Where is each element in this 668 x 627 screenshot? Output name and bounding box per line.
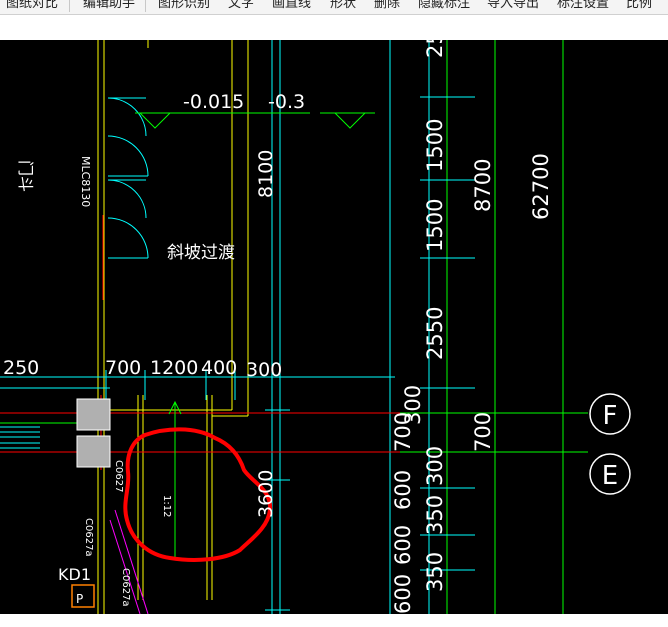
- columns: [76, 398, 111, 468]
- dim-700-label: 700: [105, 357, 141, 379]
- window-code-label-2: C0627a: [83, 518, 94, 557]
- door-code-label: MLC8130: [79, 156, 92, 207]
- dim-right-6: 700: [391, 412, 415, 452]
- kd-plate-label: P: [76, 592, 83, 606]
- toolbar-separator: [69, 0, 70, 12]
- dim-right-4: 2550: [423, 307, 447, 360]
- kd-plate: P: [71, 584, 95, 608]
- dim-right-8700: 8700: [471, 159, 495, 212]
- toolbar-delete[interactable]: 删除: [374, 0, 400, 13]
- elevation-label-2: -0.3: [268, 91, 305, 113]
- dim-right-3: 1500: [423, 199, 447, 252]
- toolbar-text[interactable]: 文字: [228, 0, 254, 13]
- toolbar-scale[interactable]: 比例: [626, 0, 652, 13]
- right-dimension-texts: 25 1500 1500 2550 300 700 300 600 350 60…: [391, 40, 553, 614]
- dim-right-9: 350: [423, 495, 447, 535]
- ramp-ratio-label: 1:12: [161, 495, 172, 517]
- cad-drawing: F E 1:12 -0.015 -0.3 门斗 MLC8130 斜坡过渡 250…: [0, 40, 631, 614]
- elevation-label-1: -0.015: [183, 91, 244, 113]
- toolbar-shape-recognition[interactable]: 图形识别: [158, 0, 210, 13]
- dim-250-label: 250: [3, 357, 39, 379]
- toolbar-separator: [145, 0, 146, 12]
- dim-right-700: 700: [471, 412, 495, 452]
- toolbar-annotation-settings[interactable]: 标注设置: [557, 0, 609, 13]
- dim-right-8: 600: [391, 470, 415, 510]
- toolbar-gap: [0, 15, 668, 40]
- door-label: 门斗: [16, 160, 35, 192]
- toolbar-shape[interactable]: 形状: [330, 0, 356, 13]
- dim-right-11: 350: [423, 552, 447, 592]
- toolbar-import-export[interactable]: 导入导出: [487, 0, 539, 13]
- elevation-markers: [135, 112, 375, 129]
- cad-drawing-canvas[interactable]: F E 1:12 -0.015 -0.3 门斗 MLC8130 斜坡过渡 250…: [0, 40, 668, 614]
- dim-right-7: 300: [423, 446, 447, 486]
- dim-right-12: 600: [391, 574, 415, 614]
- dim-300-label: 300: [246, 359, 282, 381]
- dim-1200-label: 1200: [150, 357, 198, 379]
- dim-400-label: 400: [201, 357, 237, 379]
- dim-right-1: 25: [423, 40, 447, 58]
- toolbar-draw-line[interactable]: 画直线: [272, 0, 311, 13]
- axis-bubble-f: F: [589, 393, 631, 435]
- axis-bubble-e: E: [589, 453, 631, 495]
- window-code-label-1: C0627: [113, 460, 124, 492]
- dim-right-62700: 62700: [529, 153, 553, 220]
- kd-label: KD1: [58, 565, 91, 584]
- dim-3600-label: 3600: [255, 470, 277, 518]
- axis-label-e: E: [602, 461, 618, 491]
- axis-label-f: F: [603, 401, 618, 431]
- axis-lines: [446, 40, 564, 614]
- bottom-status-strip: [0, 614, 668, 627]
- toolbar-hide-annotation[interactable]: 隐藏标注: [418, 0, 470, 13]
- window-code-label-3: C0627a: [120, 568, 131, 607]
- toolbar-edit-assistant[interactable]: 编辑助手: [83, 0, 135, 13]
- door-swings: [107, 97, 149, 259]
- dim-right-2: 1500: [423, 119, 447, 172]
- slope-note-label: 斜坡过渡: [167, 243, 235, 263]
- top-toolbar: 图纸对比 编辑助手 图形识别 文字 画直线 形状 删除 隐藏标注 导入导出 标注…: [0, 0, 668, 15]
- cad-app-window: 图纸对比 编辑助手 图形识别 文字 画直线 形状 删除 隐藏标注 导入导出 标注…: [0, 0, 668, 627]
- dim-8100-label: 8100: [255, 150, 277, 198]
- dim-right-10: 600: [391, 525, 415, 565]
- toolbar-drawing-compare[interactable]: 图纸对比: [6, 0, 58, 13]
- ramp: [168, 400, 182, 560]
- red-markup-cloud: [123, 427, 273, 562]
